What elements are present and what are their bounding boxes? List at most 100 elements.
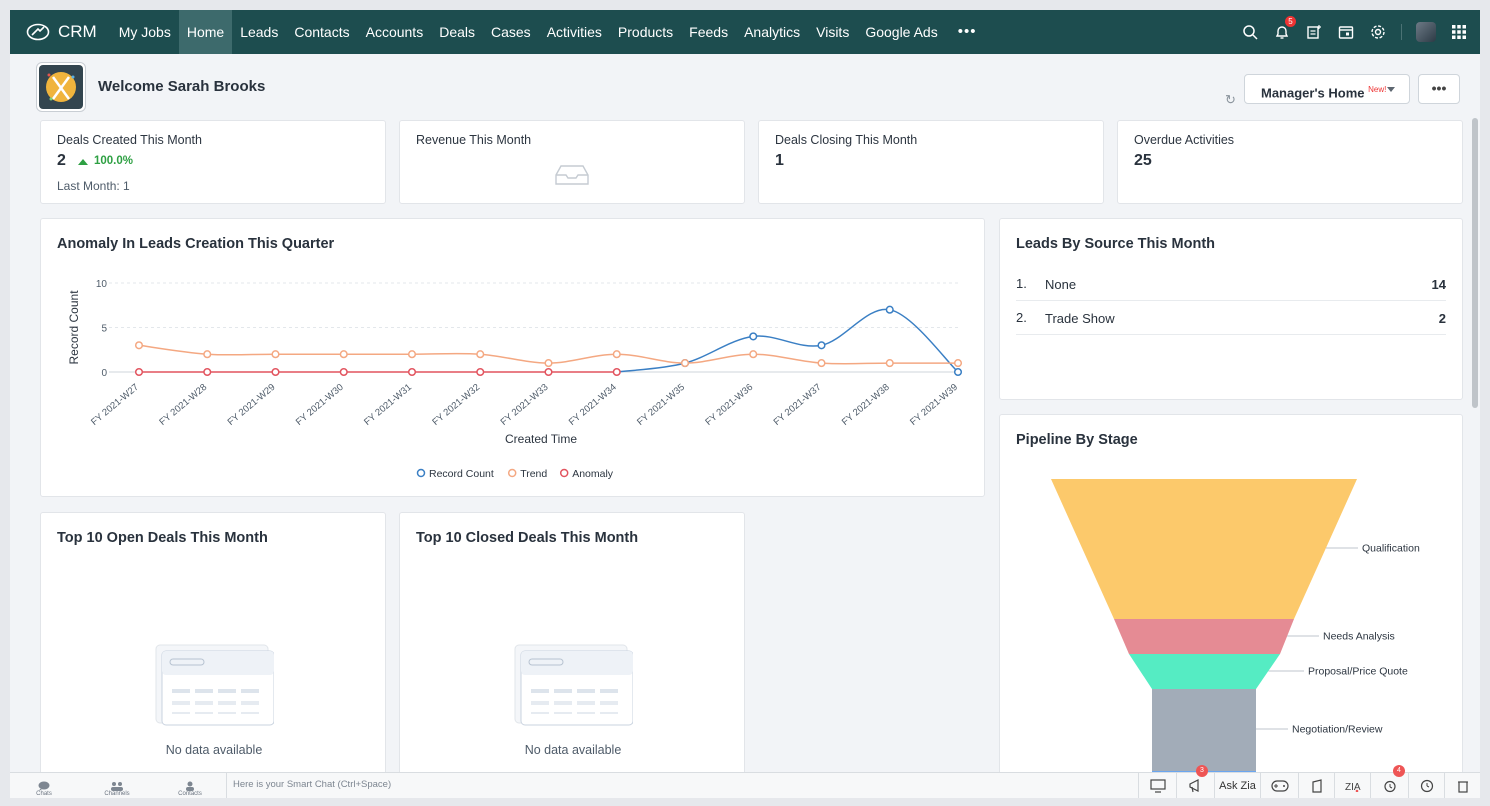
- trash-icon[interactable]: [1444, 773, 1480, 798]
- divider: [1401, 24, 1402, 40]
- history-icon[interactable]: [1408, 773, 1444, 798]
- x-tick-label: FY 2021-W29: [226, 382, 278, 428]
- nav-item-visits[interactable]: Visits: [808, 10, 857, 54]
- nav-item-my-jobs[interactable]: My Jobs: [111, 10, 179, 54]
- card-title[interactable]: Top 10 Open Deals This Month: [57, 530, 268, 546]
- data-point: [885, 359, 894, 368]
- notes-icon[interactable]: [1298, 773, 1334, 798]
- kpi-last-month: Last Month: 1: [57, 179, 130, 193]
- x-tick-label: FY 2021-W31: [362, 382, 414, 428]
- main-nav: My Jobs Home Leads Contacts Accounts Dea…: [111, 10, 989, 54]
- data-point: [544, 359, 553, 368]
- data-point: [749, 332, 758, 341]
- channels-icon: [111, 782, 123, 791]
- x-axis-label: Created Time: [505, 432, 577, 446]
- nav-item-products[interactable]: Products: [610, 10, 681, 54]
- card-title[interactable]: Anomaly In Leads Creation This Quarter: [57, 236, 334, 252]
- bottom-bar: Chats Channels Contacts Here is your Sma…: [10, 765, 1480, 798]
- apps-grid-icon[interactable]: [1450, 23, 1468, 41]
- legend-label: Anomaly: [572, 468, 614, 480]
- data-point: [612, 350, 621, 359]
- app-logo[interactable]: CRM: [10, 22, 97, 42]
- contacts-button[interactable]: Contacts: [175, 773, 205, 798]
- kpi-card-revenue[interactable]: Revenue This Month: [399, 120, 745, 204]
- data-point: [817, 359, 826, 368]
- gamepad-icon[interactable]: [1260, 773, 1298, 798]
- zia-icon[interactable]: ZIA: [1334, 773, 1370, 798]
- x-tick-label: FY 2021-W35: [635, 382, 687, 428]
- home-view-dropdown[interactable]: Manager's Home New!: [1244, 74, 1410, 104]
- card-title[interactable]: Leads By Source This Month: [1016, 236, 1215, 252]
- chat-bubble-icon: [38, 781, 50, 791]
- x-tick-label: FY 2021-W28: [157, 382, 209, 428]
- nav-item-accounts[interactable]: Accounts: [358, 10, 432, 54]
- channels-button[interactable]: Channels: [102, 773, 132, 798]
- row-value: 2: [1438, 311, 1446, 326]
- more-options-button[interactable]: •••: [1418, 74, 1460, 104]
- crm-window: CRM My Jobs Home Leads Contacts Accounts…: [10, 10, 1480, 798]
- alarm-clock-icon[interactable]: 4: [1370, 765, 1408, 798]
- empty-table-icon: [514, 644, 633, 726]
- legend-label: Trend: [520, 468, 547, 480]
- y-tick-label: 10: [96, 279, 108, 290]
- kpi-delta: 100.0%: [94, 155, 134, 167]
- data-point: [953, 359, 963, 368]
- x-tick-label: FY 2021-W30: [294, 382, 346, 428]
- search-icon[interactable]: [1241, 23, 1259, 41]
- empty-state-text: No data available: [524, 743, 622, 757]
- top-closed-deals-card: Top 10 Closed Deals This Month No data a…: [399, 512, 745, 784]
- data-point: [749, 350, 758, 359]
- smart-chat-input[interactable]: Here is your Smart Chat (Ctrl+Space): [226, 773, 1136, 798]
- data-point: [203, 367, 212, 377]
- row-label: None: [1045, 277, 1077, 292]
- data-point: [817, 341, 826, 350]
- kpi-value: 25: [1134, 152, 1152, 169]
- announcement-icon[interactable]: 3: [1176, 765, 1214, 798]
- chats-button[interactable]: Chats: [32, 773, 56, 798]
- list-item[interactable]: 2. Trade Show 2: [1016, 301, 1446, 335]
- x-tick-label: FY 2021-W32: [430, 382, 482, 428]
- refresh-icon[interactable]: ↻: [1225, 92, 1236, 108]
- kpi-title: Deals Closing This Month: [775, 133, 918, 147]
- ask-zia-button[interactable]: Ask Zia: [1214, 773, 1260, 798]
- funnel-stage-needs-analysis: [1114, 619, 1294, 654]
- settings-gear-icon[interactable]: [1369, 23, 1387, 41]
- data-point: [407, 367, 417, 377]
- notification-bell-icon[interactable]: 5: [1273, 16, 1296, 41]
- screen-share-icon[interactable]: [1138, 773, 1176, 798]
- nav-item-deals[interactable]: Deals: [431, 10, 483, 54]
- y-axis-label: Record Count: [67, 290, 81, 365]
- nav-item-leads[interactable]: Leads: [232, 10, 286, 54]
- nav-item-contacts[interactable]: Contacts: [286, 10, 357, 54]
- pipeline-by-stage-card: Pipeline By Stage Qualification Needs Ana…: [999, 414, 1463, 785]
- user-avatar[interactable]: [1416, 22, 1436, 42]
- card-title[interactable]: Top 10 Closed Deals This Month: [416, 530, 638, 546]
- legend-marker: [416, 468, 426, 478]
- kpi-card-deals-created[interactable]: Deals Created This Month 2 100.0% Last M…: [40, 120, 386, 204]
- page-scrollbar[interactable]: [1472, 118, 1478, 408]
- data-point: [953, 367, 963, 377]
- nav-more-button[interactable]: •••: [946, 10, 989, 54]
- calendar-icon[interactable]: [1337, 23, 1355, 41]
- y-tick-label: 5: [101, 324, 107, 335]
- nav-item-google-ads[interactable]: Google Ads: [857, 10, 945, 54]
- funnel-stage-label: Negotiation/Review: [1292, 724, 1383, 736]
- nav-item-analytics[interactable]: Analytics: [736, 10, 808, 54]
- kpi-value: 1: [775, 152, 784, 169]
- quick-create-icon[interactable]: [1305, 23, 1323, 41]
- kpi-value: 2: [57, 152, 66, 169]
- data-point: [339, 350, 348, 359]
- data-point: [134, 341, 144, 350]
- kpi-card-deals-closing[interactable]: Deals Closing This Month 1: [758, 120, 1104, 204]
- svg-text:ZIA: ZIA: [1345, 782, 1361, 792]
- nav-item-cases[interactable]: Cases: [483, 10, 539, 54]
- data-point: [339, 367, 348, 377]
- nav-item-feeds[interactable]: Feeds: [681, 10, 736, 54]
- list-item[interactable]: 1. None 14: [1016, 267, 1446, 301]
- nav-item-activities[interactable]: Activities: [539, 10, 610, 54]
- trend-up-icon: [78, 159, 88, 165]
- nav-item-home[interactable]: Home: [178, 10, 233, 54]
- anomaly-chart-card: Anomaly In Leads Creation This Quarter 0…: [40, 218, 985, 497]
- kpi-card-overdue-activities[interactable]: Overdue Activities 25: [1117, 120, 1463, 204]
- welcome-title: Welcome Sarah Brooks: [98, 78, 266, 95]
